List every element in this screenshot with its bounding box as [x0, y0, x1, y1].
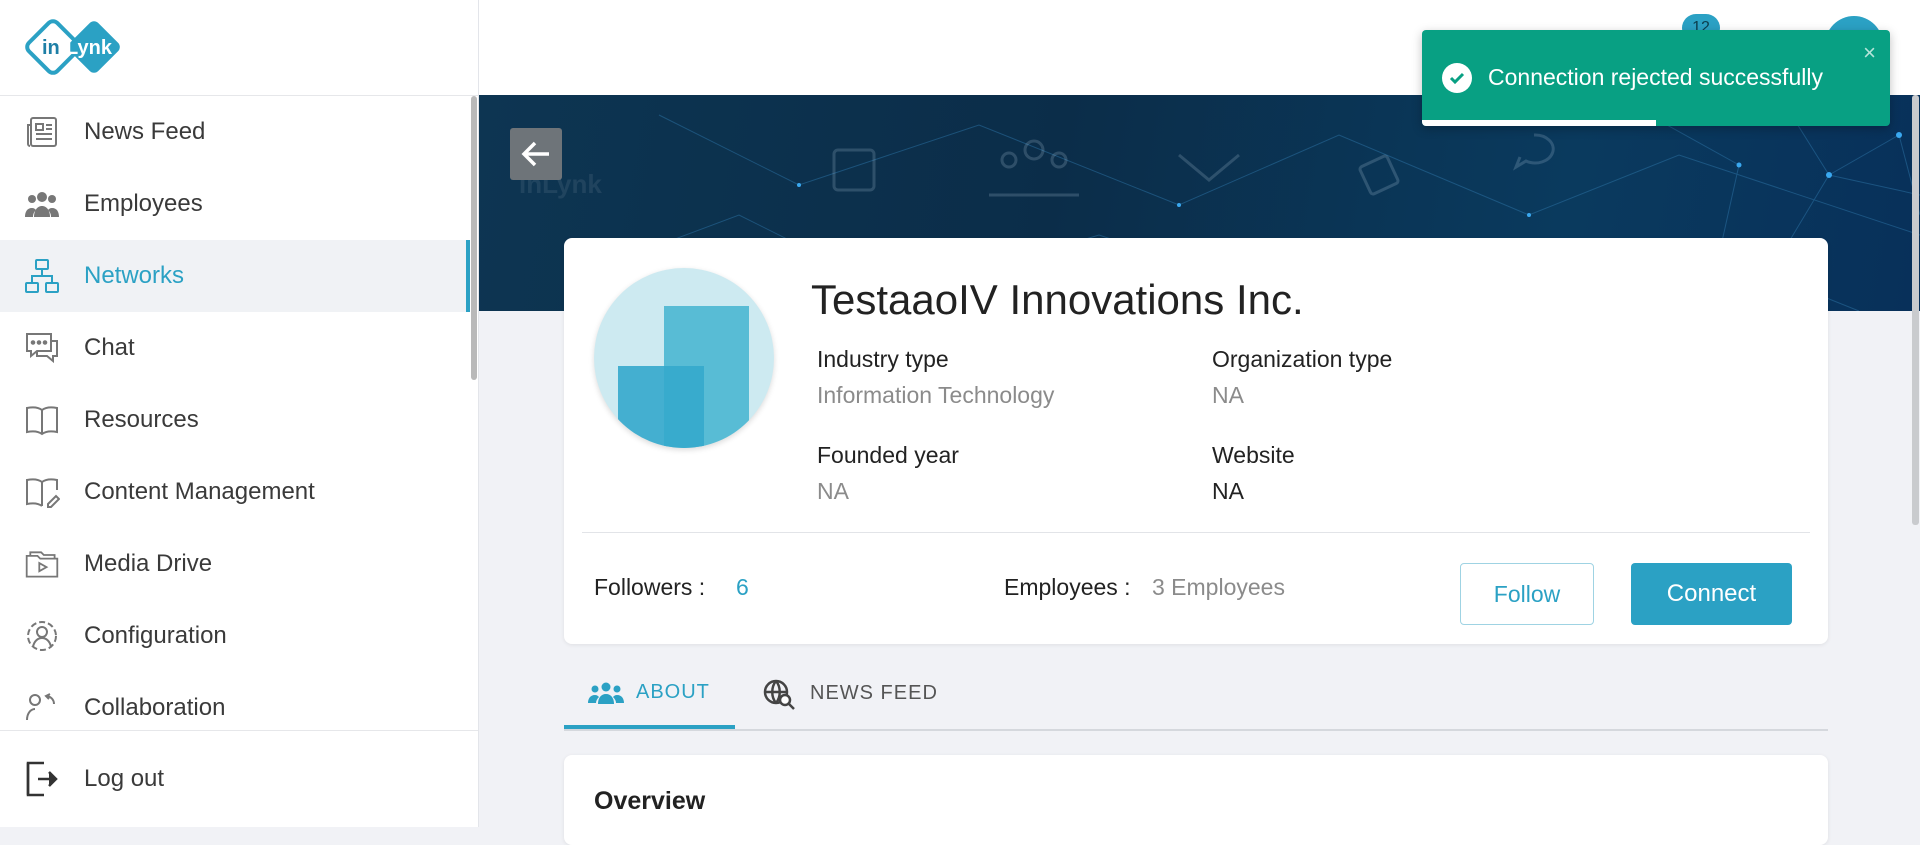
- employees-label: Employees :: [1004, 574, 1131, 600]
- globe-search-icon: [762, 678, 798, 710]
- sidebar-item-label: Collaboration: [84, 694, 226, 721]
- founded-year-label: Founded year: [817, 442, 959, 468]
- book-edit-icon: [24, 474, 60, 510]
- tab-news-feed[interactable]: NEWS FEED: [762, 660, 938, 727]
- collaboration-icon: [24, 690, 60, 726]
- book-icon: [24, 402, 60, 438]
- industry-type-label: Industry type: [817, 346, 949, 372]
- sidebar-item-label: Content Management: [84, 478, 315, 505]
- connect-button[interactable]: Connect: [1631, 563, 1792, 625]
- toast-progress-bar: [1422, 120, 1656, 126]
- logout-icon: [24, 759, 60, 799]
- overview-title: Overview: [594, 787, 706, 815]
- people-icon: [24, 186, 60, 222]
- sidebar-scrollbar[interactable]: [471, 96, 477, 380]
- back-button[interactable]: [510, 128, 562, 180]
- company-profile-card: TestaaoIV Innovations Inc. Industry type…: [564, 238, 1828, 644]
- sidebar: in Lynk News Feed Employees Networks Cha…: [0, 0, 479, 827]
- toast-message: Connection rejected successfully: [1488, 64, 1823, 90]
- sidebar-item-networks[interactable]: Networks: [0, 240, 470, 312]
- arrow-left-icon: [521, 141, 549, 167]
- people-icon: [588, 677, 624, 709]
- inlynk-logo[interactable]: in Lynk: [22, 16, 132, 78]
- sidebar-item-label: Networks: [84, 262, 185, 289]
- sidebar-item-chat[interactable]: Chat: [0, 312, 470, 384]
- success-toast: Connection rejected successfully ×: [1422, 30, 1890, 126]
- network-icon: [24, 258, 60, 294]
- employees-count[interactable]: 3 Employees: [1152, 574, 1285, 601]
- sidebar-item-news-feed[interactable]: News Feed: [0, 96, 470, 168]
- company-logo: [594, 268, 774, 448]
- sidebar-item-label: Chat: [84, 334, 135, 361]
- newspaper-icon: [24, 114, 60, 150]
- sidebar-item-label: Resources: [84, 406, 199, 433]
- industry-type-value: Information Technology: [817, 382, 1055, 408]
- sidebar-item-resources[interactable]: Resources: [0, 384, 470, 456]
- followers-label: Followers :: [594, 574, 706, 600]
- close-icon[interactable]: ×: [1863, 40, 1876, 66]
- sidebar-item-label: Employees: [84, 190, 203, 217]
- sidebar-nav: News Feed Employees Networks Chat Resour…: [0, 96, 470, 730]
- tab-about-label: ABOUT: [636, 681, 710, 703]
- sidebar-item-label: Media Drive: [84, 550, 213, 577]
- sidebar-item-media-drive[interactable]: Media Drive: [0, 528, 470, 600]
- website-label: Website: [1212, 442, 1295, 468]
- company-name: TestaaoIV Innovations Inc.: [811, 276, 1304, 323]
- website-value[interactable]: NA: [1212, 478, 1244, 505]
- user-gear-icon: [24, 618, 60, 654]
- founded-year-value: NA: [817, 478, 849, 504]
- sidebar-item-collaboration[interactable]: Collaboration: [0, 672, 470, 730]
- overview-section: Overview: [564, 755, 1828, 845]
- follow-button[interactable]: Follow: [1460, 563, 1594, 625]
- svg-text:in: in: [42, 37, 60, 59]
- followers-count[interactable]: 6: [736, 574, 749, 601]
- folder-media-icon: [24, 546, 60, 582]
- sidebar-item-label: News Feed: [84, 118, 206, 145]
- card-divider: [582, 532, 1810, 533]
- sidebar-item-content-management[interactable]: Content Management: [0, 456, 470, 528]
- chat-icon: [24, 330, 60, 366]
- profile-tabs: ABOUT NEWS FEED: [564, 660, 1828, 731]
- svg-text:Lynk: Lynk: [66, 37, 113, 59]
- check-circle-icon: [1442, 63, 1472, 93]
- sidebar-item-employees[interactable]: Employees: [0, 168, 470, 240]
- logout-button[interactable]: Log out: [0, 730, 478, 827]
- organization-type-label: Organization type: [1212, 346, 1393, 372]
- sidebar-item-configuration[interactable]: Configuration: [0, 600, 470, 672]
- logo-area: in Lynk: [0, 0, 478, 96]
- tab-news-feed-label: NEWS FEED: [810, 682, 938, 704]
- logout-label: Log out: [84, 765, 165, 792]
- tab-about[interactable]: ABOUT: [564, 660, 735, 729]
- organization-type-value: NA: [1212, 382, 1244, 408]
- page-scrollbar[interactable]: [1912, 95, 1919, 525]
- sidebar-item-label: Configuration: [84, 622, 227, 649]
